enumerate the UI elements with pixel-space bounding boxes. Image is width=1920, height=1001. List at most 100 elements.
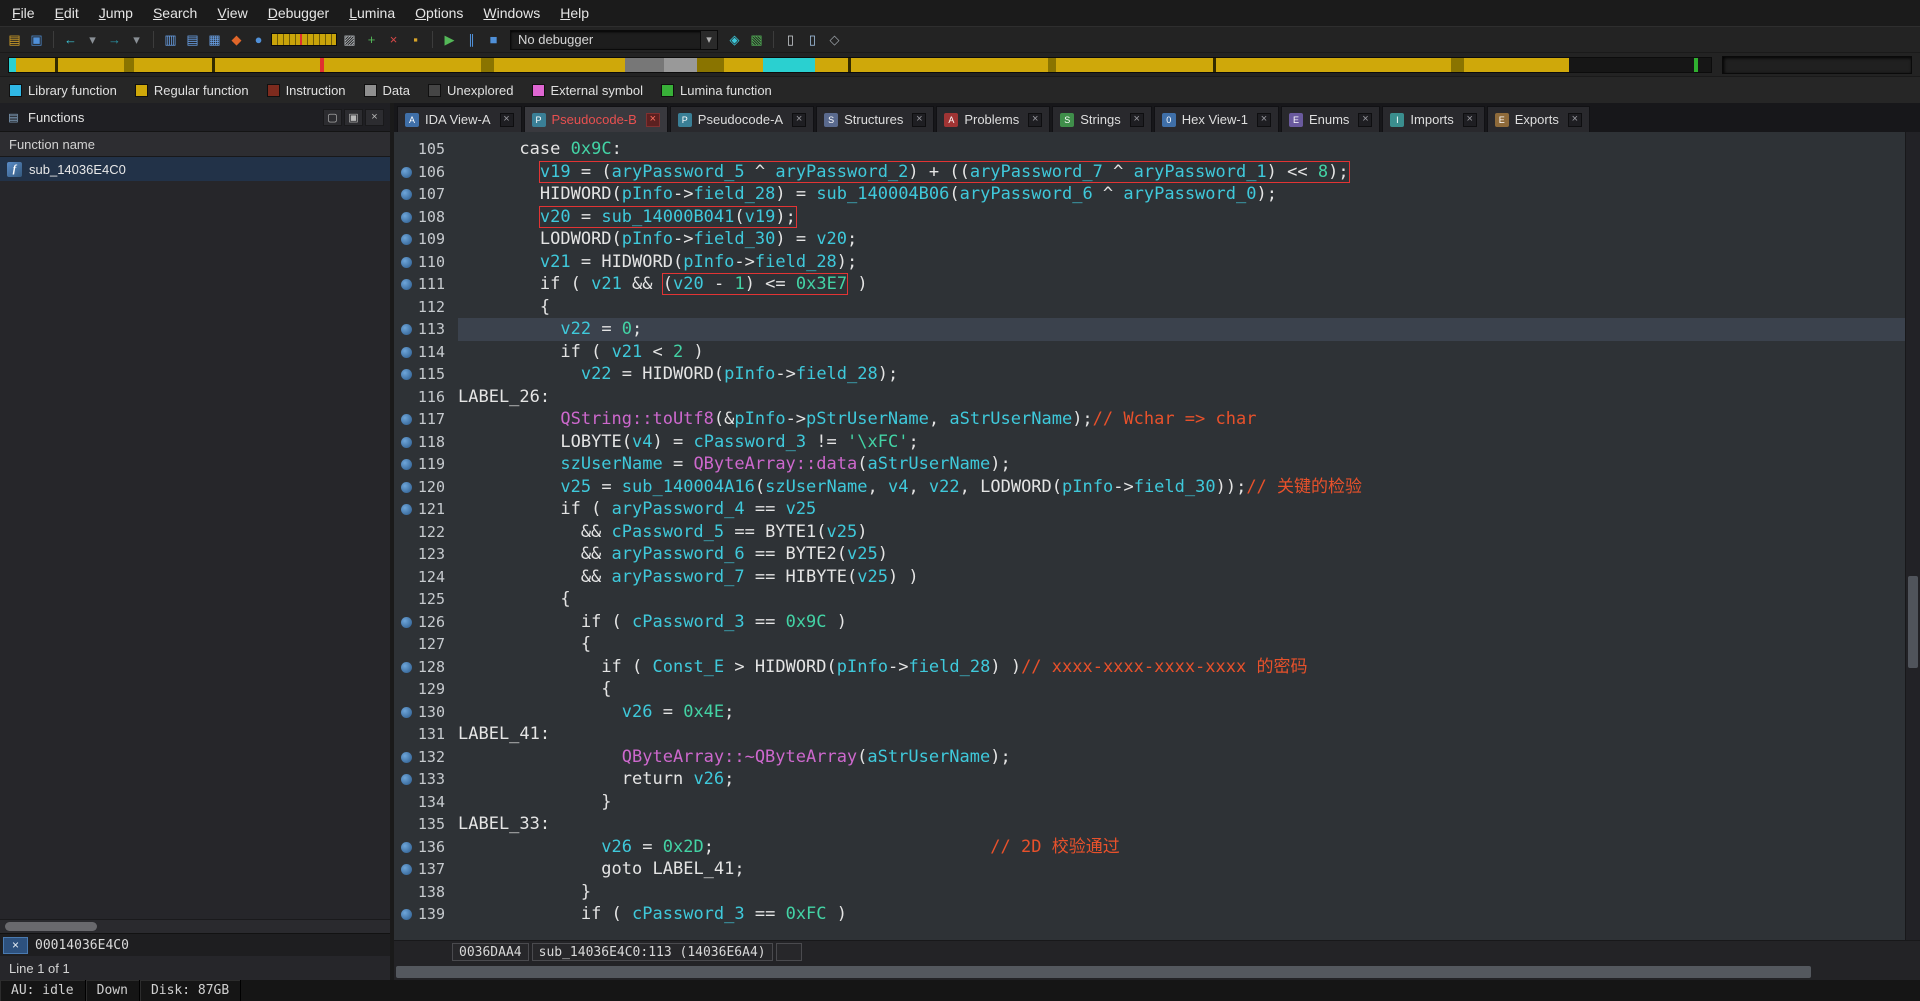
code-line[interactable]: 109 LODWORD(pInfo->field_30) = v20; <box>394 228 1905 251</box>
add-item-icon[interactable]: + <box>362 30 381 49</box>
start-process-icon[interactable]: ▶ <box>440 30 459 49</box>
code-hscrollbar-thumb[interactable] <box>396 966 1811 978</box>
tab-close-icon[interactable]: × <box>792 113 806 127</box>
tab-exports[interactable]: EExports× <box>1487 106 1590 132</box>
line-marker-dot[interactable] <box>401 212 412 223</box>
menu-item-file[interactable]: File <box>2 0 45 26</box>
line-marker-dot[interactable] <box>401 437 412 448</box>
code-line[interactable]: 116LABEL_26: <box>394 386 1905 409</box>
line-marker-dot[interactable] <box>401 864 412 875</box>
functions-hscrollbar[interactable] <box>0 919 390 933</box>
code-line[interactable]: 121 if ( aryPassword_4 == v25 <box>394 498 1905 521</box>
code-line[interactable]: 114 if ( v21 < 2 ) <box>394 341 1905 364</box>
tab-enums[interactable]: EEnums× <box>1281 106 1380 132</box>
menu-item-options[interactable]: Options <box>405 0 473 26</box>
code-line[interactable]: 107 HIDWORD(pInfo->field_28) = sub_14000… <box>394 183 1905 206</box>
code-line[interactable]: 132 QByteArray::~QByteArray(aStrUserName… <box>394 746 1905 769</box>
code-line[interactable]: 130 v26 = 0x4E; <box>394 701 1905 724</box>
line-marker-dot[interactable] <box>401 347 412 358</box>
menu-item-windows[interactable]: Windows <box>473 0 550 26</box>
script-file-icon[interactable]: ▯ <box>781 30 800 49</box>
code-line[interactable]: 117 QString::toUtf8(&pInfo->pStrUserName… <box>394 408 1905 431</box>
navband-search-box[interactable] <box>1722 56 1912 74</box>
line-marker-dot[interactable] <box>401 909 412 920</box>
tab-hex-view-1[interactable]: 0Hex View-1× <box>1154 106 1279 132</box>
menu-item-help[interactable]: Help <box>550 0 599 26</box>
back-history-icon[interactable]: ▾ <box>83 30 102 49</box>
tab-pseudocode-a[interactable]: PPseudocode-A× <box>670 106 814 132</box>
code-line[interactable]: 108 v20 = sub_14000B041(v19); <box>394 206 1905 229</box>
code-line[interactable]: 122 && cPassword_5 == BYTE1(v25) <box>394 521 1905 544</box>
navband-mini[interactable] <box>271 33 337 46</box>
code-line[interactable]: 106 v19 = (aryPassword_5 ^ aryPassword_2… <box>394 161 1905 184</box>
tab-close-icon[interactable]: × <box>500 113 514 127</box>
tab-close-icon[interactable]: × <box>646 113 660 127</box>
line-marker-dot[interactable] <box>401 414 412 425</box>
code-vscrollbar-thumb[interactable] <box>1908 576 1918 668</box>
code-line[interactable]: 128 if ( Const_E > HIDWORD(pInfo->field_… <box>394 656 1905 679</box>
tab-problems[interactable]: AProblems× <box>936 106 1050 132</box>
tab-close-icon[interactable]: × <box>1358 113 1372 127</box>
code-line[interactable]: 119 szUserName = QByteArray::data(aStrUs… <box>394 453 1905 476</box>
tab-ida-view-a[interactable]: AIDA View-A× <box>397 106 522 132</box>
menu-item-lumina[interactable]: Lumina <box>339 0 405 26</box>
pause-process-icon[interactable]: ∥ <box>462 30 481 49</box>
tab-pseudocode-b[interactable]: PPseudocode-B× <box>524 106 668 132</box>
code-line[interactable]: 134 } <box>394 791 1905 814</box>
code-line[interactable]: 113 v22 = 0; <box>394 318 1905 341</box>
navigation-band[interactable] <box>8 57 1712 73</box>
stop-process-icon[interactable]: ■ <box>484 30 503 49</box>
line-marker-dot[interactable] <box>401 257 412 268</box>
tab-close-icon[interactable]: × <box>1257 113 1271 127</box>
line-marker-dot[interactable] <box>401 279 412 290</box>
script-command-icon[interactable]: ▯ <box>803 30 822 49</box>
code-line[interactable]: 110 v21 = HIDWORD(pInfo->field_28); <box>394 251 1905 274</box>
code-line[interactable]: 129 { <box>394 678 1905 701</box>
line-marker-dot[interactable] <box>401 504 412 515</box>
line-marker-dot[interactable] <box>401 842 412 853</box>
code-line[interactable]: 127 { <box>394 633 1905 656</box>
close-button[interactable]: × <box>365 109 384 126</box>
tab-close-icon[interactable]: × <box>1028 113 1042 127</box>
function-name-column-header[interactable]: Function name <box>0 132 390 157</box>
debugger-options-icon[interactable]: ▧ <box>747 30 766 49</box>
code-line[interactable]: 126 if ( cPassword_3 == 0x9C ) <box>394 611 1905 634</box>
code-line[interactable]: 112 { <box>394 296 1905 319</box>
line-marker-dot[interactable] <box>401 707 412 718</box>
back-icon[interactable]: ← <box>61 30 80 49</box>
code-line[interactable]: 125 { <box>394 588 1905 611</box>
forward-history-icon[interactable]: ▾ <box>127 30 146 49</box>
debugger-select[interactable]: No debugger▾ <box>510 30 718 50</box>
menu-item-edit[interactable]: Edit <box>45 0 89 26</box>
line-marker-dot[interactable] <box>401 482 412 493</box>
code-line[interactable]: 135LABEL_33: <box>394 813 1905 836</box>
line-marker-dot[interactable] <box>401 617 412 628</box>
code-line[interactable]: 123 && aryPassword_6 == BYTE2(v25) <box>394 543 1905 566</box>
line-marker-dot[interactable] <box>401 189 412 200</box>
code-line[interactable]: 139 if ( cPassword_3 == 0xFC ) <box>394 903 1905 926</box>
code-lines[interactable]: 105 case 0x9C:106 v19 = (aryPassword_5 ^… <box>394 132 1905 940</box>
code-line[interactable]: 133 return v26; <box>394 768 1905 791</box>
code-vscrollbar[interactable] <box>1905 132 1920 940</box>
jump-function-icon[interactable]: ▤ <box>183 30 202 49</box>
jump-address-icon[interactable]: ▥ <box>161 30 180 49</box>
chevron-down-icon[interactable]: ▾ <box>700 31 717 49</box>
breakpoint-list-icon[interactable]: ◇ <box>825 30 844 49</box>
tab-close-icon[interactable]: × <box>1130 113 1144 127</box>
tab-close-icon[interactable]: × <box>912 113 926 127</box>
tab-close-icon[interactable]: × <box>1463 113 1477 127</box>
data-definition-icon[interactable]: ▨ <box>340 30 359 49</box>
line-marker-dot[interactable] <box>401 324 412 335</box>
line-marker-dot[interactable] <box>401 167 412 178</box>
code-line[interactable]: 137 goto LABEL_41; <box>394 858 1905 881</box>
menu-item-debugger[interactable]: Debugger <box>258 0 340 26</box>
search-icon[interactable]: ● <box>249 30 268 49</box>
line-marker-dot[interactable] <box>401 662 412 673</box>
tab-structures[interactable]: SStructures× <box>816 106 934 132</box>
hotspot-icon[interactable]: ◆ <box>227 30 246 49</box>
open-file-icon[interactable]: ▤ <box>5 30 24 49</box>
line-marker-dot[interactable] <box>401 752 412 763</box>
menu-item-view[interactable]: View <box>207 0 257 26</box>
function-row[interactable]: fsub_14036E4C0 <box>0 157 390 181</box>
save-icon[interactable]: ▣ <box>27 30 46 49</box>
